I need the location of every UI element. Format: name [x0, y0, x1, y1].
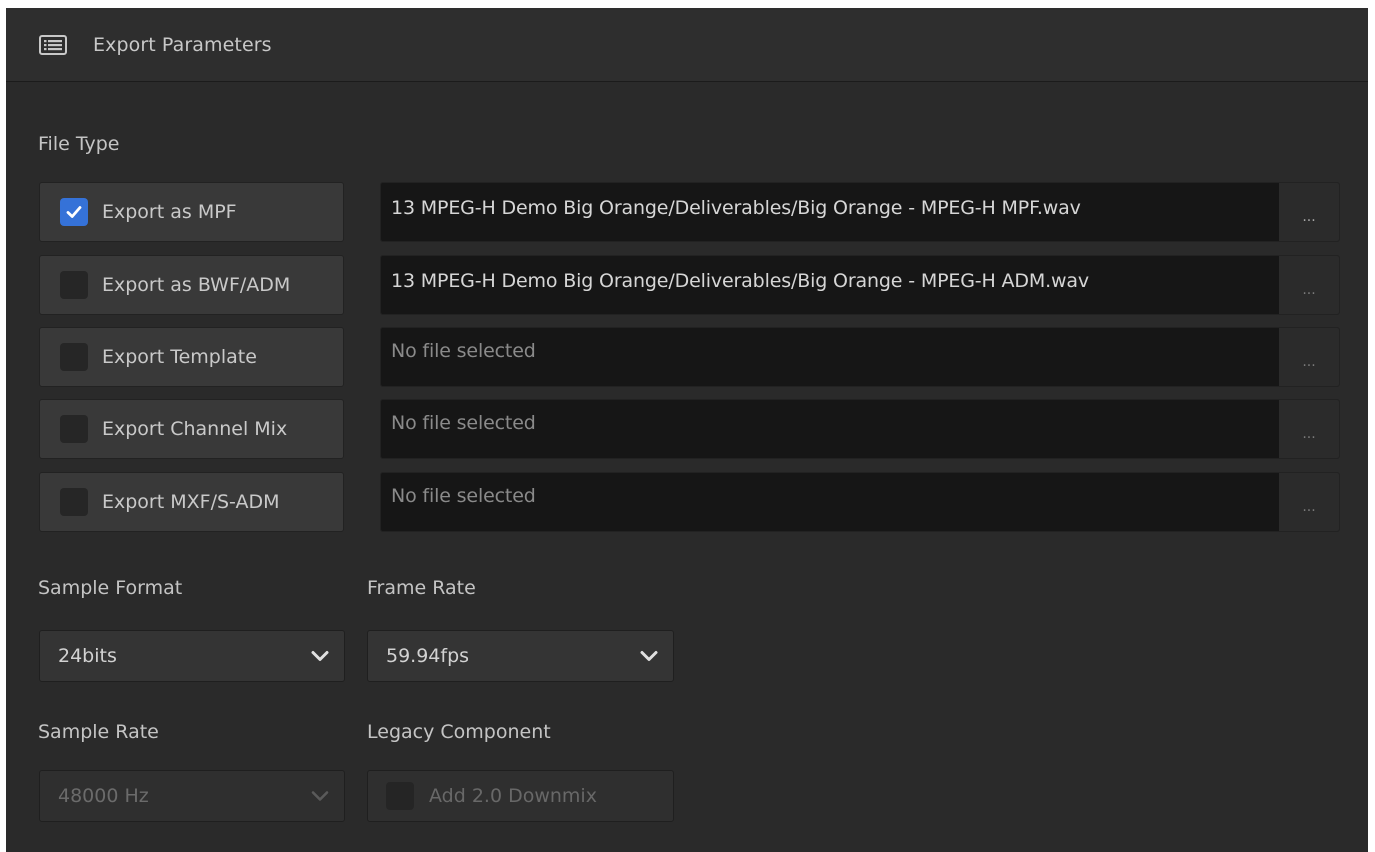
- chevron-down-icon: [311, 651, 329, 661]
- export-channel-mix-toggle[interactable]: Export Channel Mix: [39, 399, 344, 459]
- export-parameters-panel: Export Parameters File Type Export as MP…: [6, 8, 1368, 852]
- frame-rate-label: Frame Rate: [367, 577, 476, 599]
- export-mpf-label: Export as MPF: [102, 201, 237, 223]
- export-mpf-toggle[interactable]: Export as MPF: [39, 182, 344, 242]
- add-downmix-checkbox[interactable]: [386, 782, 414, 810]
- add-downmix-label: Add 2.0 Downmix: [429, 785, 597, 807]
- export-mxf-s-adm-path-field[interactable]: No file selected ...: [380, 472, 1340, 532]
- export-mpf-browse-button[interactable]: ...: [1279, 183, 1339, 241]
- sample-rate-label: Sample Rate: [38, 721, 159, 743]
- file-type-label: File Type: [38, 133, 120, 155]
- frame-rate-value: 59.94fps: [386, 645, 470, 667]
- sample-format-value: 24bits: [58, 645, 117, 667]
- export-mxf-s-adm-path: No file selected: [391, 485, 536, 507]
- export-bwf-adm-path: 13 MPEG-H Demo Big Orange/Deliverables/B…: [391, 270, 1089, 292]
- export-bwf-adm-label: Export as BWF/ADM: [102, 274, 291, 296]
- frame-rate-select[interactable]: 59.94fps: [367, 630, 674, 682]
- export-bwf-adm-checkbox[interactable]: [60, 271, 88, 299]
- export-template-checkbox[interactable]: [60, 343, 88, 371]
- sample-rate-select[interactable]: 48000 Hz: [39, 770, 345, 822]
- panel-title: Export Parameters: [93, 33, 272, 56]
- export-channel-mix-checkbox[interactable]: [60, 415, 88, 443]
- export-mpf-path-field[interactable]: 13 MPEG-H Demo Big Orange/Deliverables/B…: [380, 182, 1340, 242]
- export-mpf-checkbox[interactable]: [60, 198, 88, 226]
- export-bwf-adm-toggle[interactable]: Export as BWF/ADM: [39, 255, 344, 315]
- export-mxf-s-adm-toggle[interactable]: Export MXF/S-ADM: [39, 472, 344, 532]
- export-template-path-field[interactable]: No file selected ...: [380, 327, 1340, 387]
- sample-format-label: Sample Format: [38, 577, 183, 599]
- sample-format-select[interactable]: 24bits: [39, 630, 345, 682]
- export-template-path: No file selected: [391, 340, 536, 362]
- export-template-toggle[interactable]: Export Template: [39, 327, 344, 387]
- export-mxf-s-adm-browse-button[interactable]: ...: [1279, 473, 1339, 531]
- export-bwf-adm-browse-button[interactable]: ...: [1279, 256, 1339, 314]
- checkmark-icon: [66, 206, 82, 218]
- list-icon: [38, 34, 68, 56]
- chevron-down-icon: [311, 791, 329, 801]
- export-template-label: Export Template: [102, 346, 257, 368]
- export-mxf-s-adm-checkbox[interactable]: [60, 488, 88, 516]
- export-template-browse-button[interactable]: ...: [1279, 328, 1339, 386]
- sample-rate-value: 48000 Hz: [58, 785, 149, 807]
- export-channel-mix-label: Export Channel Mix: [102, 418, 288, 440]
- add-downmix-toggle[interactable]: Add 2.0 Downmix: [367, 770, 674, 822]
- export-channel-mix-browse-button[interactable]: ...: [1279, 400, 1339, 458]
- export-channel-mix-path-field[interactable]: No file selected ...: [380, 399, 1340, 459]
- legacy-component-label: Legacy Component: [367, 721, 551, 743]
- export-mpf-path: 13 MPEG-H Demo Big Orange/Deliverables/B…: [391, 197, 1081, 219]
- panel-header: Export Parameters: [6, 8, 1368, 82]
- export-mxf-s-adm-label: Export MXF/S-ADM: [102, 491, 280, 513]
- chevron-down-icon: [640, 651, 658, 661]
- export-channel-mix-path: No file selected: [391, 412, 536, 434]
- export-bwf-adm-path-field[interactable]: 13 MPEG-H Demo Big Orange/Deliverables/B…: [380, 255, 1340, 315]
